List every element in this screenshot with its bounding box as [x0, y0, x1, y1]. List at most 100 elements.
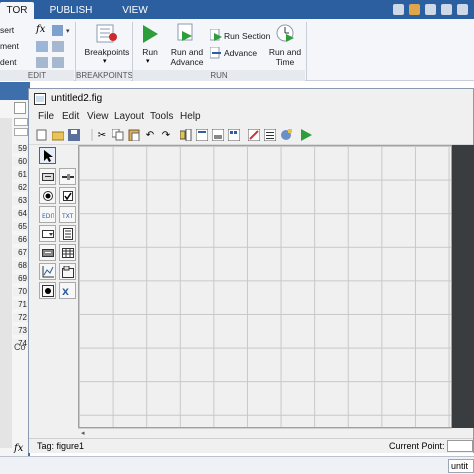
indent-button[interactable]: dent	[0, 57, 17, 67]
indent-icon[interactable]	[36, 57, 48, 68]
line-number: 69	[13, 274, 28, 283]
editor-file-tab[interactable]: untit	[448, 459, 474, 473]
comment-button[interactable]: ment	[0, 41, 19, 51]
line-number: 62	[13, 183, 28, 192]
push-button-icon[interactable]	[39, 168, 56, 185]
breakpoints-button[interactable]: Breakpoints	[80, 47, 134, 57]
advance-icon[interactable]	[209, 46, 222, 59]
editor-scroll-box[interactable]	[14, 118, 28, 126]
cut-icon[interactable]	[409, 4, 420, 15]
comment-icon[interactable]	[36, 41, 48, 52]
advance-button[interactable]: Advance	[224, 48, 257, 58]
radio-button-icon[interactable]	[39, 187, 56, 204]
menu-editor-icon[interactable]	[195, 128, 209, 142]
editor-icon[interactable]	[247, 128, 261, 142]
run-section-button[interactable]: Run Section	[224, 31, 270, 41]
panel-icon[interactable]	[59, 263, 76, 280]
listbox-icon[interactable]	[59, 225, 76, 242]
insert-button[interactable]: sert	[0, 25, 14, 35]
scroll-left-icon[interactable]: ◂	[81, 429, 85, 437]
menu-help[interactable]: Help	[180, 111, 201, 122]
line-number: 70	[13, 287, 28, 296]
copy-icon[interactable]	[111, 128, 125, 142]
line-number: 73	[13, 326, 28, 335]
popup-menu-icon[interactable]	[39, 225, 56, 242]
run-and-time-icon[interactable]	[275, 23, 295, 43]
line-number: 71	[13, 300, 28, 309]
toolbar-editor-icon[interactable]	[227, 128, 241, 142]
align-objects-icon[interactable]	[179, 128, 193, 142]
line-number: 64	[13, 209, 28, 218]
chevron-down-icon[interactable]: ▾	[103, 57, 107, 65]
edit-text-icon[interactable]: EDIT	[39, 206, 56, 223]
activex-control-icon[interactable]: X	[59, 282, 76, 299]
layout-area-edge	[452, 145, 474, 428]
guide-toolbar: ✂ ↶ ↷	[29, 125, 473, 145]
copy-icon[interactable]	[425, 4, 436, 15]
horizontal-scrollbar[interactable]: ◂	[78, 428, 452, 438]
undo-icon[interactable]: ↶	[143, 128, 157, 142]
run-and-advance-icon[interactable]	[176, 23, 196, 43]
window-title: untitled2.fig	[51, 93, 103, 104]
run-icon[interactable]	[140, 24, 160, 47]
run-button[interactable]: Run	[138, 47, 162, 57]
static-text-icon[interactable]: TXT	[59, 206, 76, 223]
save-icon[interactable]	[393, 4, 404, 15]
menu-file[interactable]: File	[38, 111, 54, 122]
pencil-icon[interactable]	[14, 102, 26, 114]
toolstrip-ribbon: sert ment dent fx ▾ EDIT Breakpoints ▾ B…	[0, 19, 474, 81]
figure-icon	[34, 93, 46, 105]
tab-editor[interactable]: TOR	[0, 2, 34, 19]
cut-icon[interactable]: ✂	[95, 128, 109, 142]
layout-area[interactable]	[78, 145, 452, 428]
breakpoints-section-label: BREAKPOINTS	[76, 70, 133, 81]
run-figure-icon[interactable]	[299, 128, 313, 142]
redo-icon[interactable]: ↷	[159, 128, 173, 142]
menu-view[interactable]: View	[87, 111, 109, 122]
toolstrip-tab-bar: TOR PUBLISH VIEW	[0, 0, 474, 19]
paste-icon[interactable]	[127, 128, 141, 142]
line-number: 67	[13, 248, 28, 257]
run-and-advance-button[interactable]: Run and	[168, 47, 206, 57]
menu-layout[interactable]: Layout	[114, 111, 144, 122]
property-inspector-icon[interactable]	[263, 128, 277, 142]
object-browser-icon[interactable]	[279, 128, 293, 142]
outdent-icon[interactable]	[52, 57, 64, 68]
svg-text:TXT: TXT	[62, 213, 74, 219]
line-number: 63	[13, 196, 28, 205]
line-number: 66	[13, 235, 28, 244]
menu-bar: File Edit View Layout Tools Help	[29, 109, 473, 125]
axes-icon[interactable]	[39, 263, 56, 280]
editor-scroll-box[interactable]	[14, 128, 28, 136]
tab-order-editor-icon[interactable]	[211, 128, 225, 142]
format-icon[interactable]	[52, 25, 63, 36]
slider-icon[interactable]	[59, 168, 76, 185]
undo-icon[interactable]	[457, 4, 468, 15]
new-icon[interactable]	[35, 128, 49, 142]
menu-tools[interactable]: Tools	[150, 111, 173, 122]
fx-icon[interactable]: fx	[14, 443, 23, 454]
table-icon[interactable]	[59, 244, 76, 261]
open-icon[interactable]	[51, 128, 65, 142]
chevron-down-icon[interactable]: ▾	[146, 57, 150, 65]
run-and-time-label: Time	[275, 57, 295, 67]
select-tool-icon[interactable]	[39, 147, 56, 164]
status-bar: Tag: figure1 Current Point:	[29, 438, 473, 453]
breakpoints-icon[interactable]	[96, 23, 118, 43]
save-icon[interactable]	[67, 128, 81, 142]
paste-icon[interactable]	[441, 4, 452, 15]
run-section-icon[interactable]	[209, 28, 222, 41]
tab-publish[interactable]: PUBLISH	[40, 2, 102, 19]
toggle-button-icon[interactable]	[39, 244, 56, 261]
checkbox-icon[interactable]	[59, 187, 76, 204]
chevron-down-icon[interactable]: ▾	[66, 27, 70, 35]
run-and-time-button[interactable]: Run and	[266, 47, 304, 57]
menu-edit[interactable]: Edit	[62, 111, 79, 122]
fx-icon[interactable]: fx	[36, 24, 45, 35]
uncomment-icon[interactable]	[52, 41, 64, 52]
button-group-icon[interactable]	[39, 282, 56, 299]
command-window-stub: Co	[14, 342, 26, 352]
tab-view[interactable]: VIEW	[106, 2, 164, 19]
svg-text:EDIT: EDIT	[42, 213, 54, 219]
line-number: 59	[13, 144, 28, 153]
